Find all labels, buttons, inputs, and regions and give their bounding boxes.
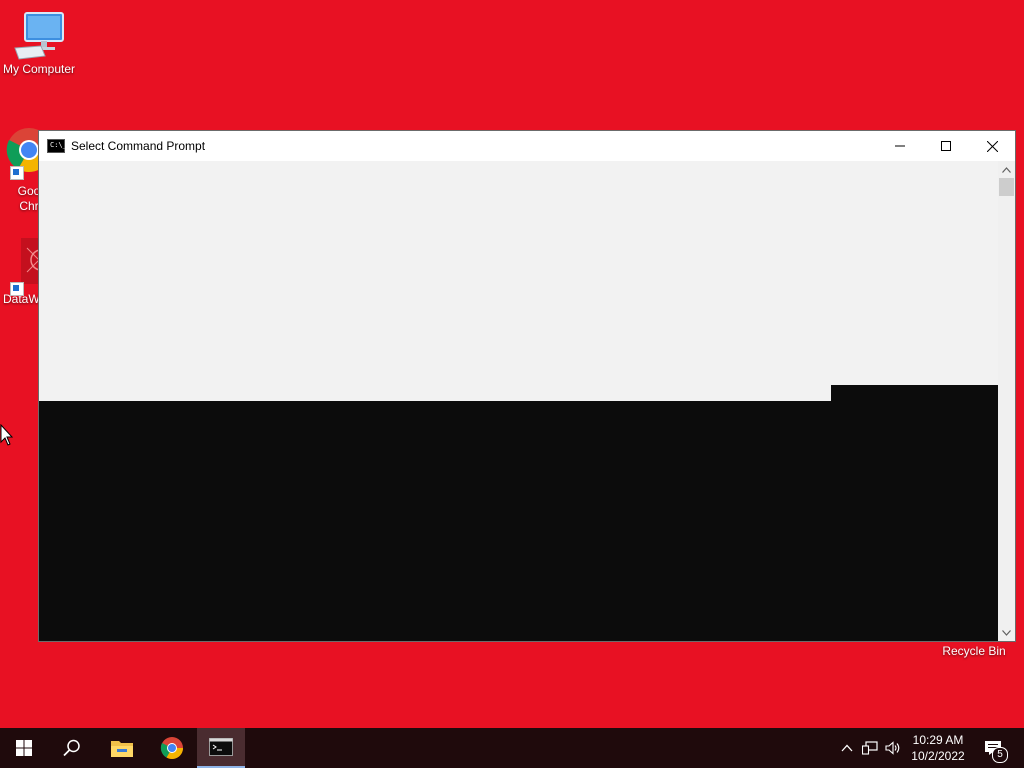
cmd-icon: C:\_ [47, 139, 67, 153]
selection-highlight [39, 161, 999, 385]
scroll-thumb[interactable] [999, 178, 1014, 196]
computer-icon [14, 12, 64, 60]
show-hidden-icons-button[interactable] [839, 740, 855, 756]
minimize-button[interactable] [877, 131, 923, 161]
maximize-icon [941, 141, 951, 151]
minimize-icon [895, 145, 905, 147]
clock-time: 10:29 AM [912, 733, 964, 747]
file-explorer-icon [111, 741, 133, 757]
close-button[interactable] [969, 131, 1015, 161]
action-center-button[interactable]: 5 [980, 728, 1016, 768]
desktop-icon-recycle-bin[interactable]: Recycle Bin [936, 644, 1012, 659]
command-prompt-window[interactable]: C:\_ Select Command Prompt [38, 130, 1016, 642]
close-icon [986, 140, 998, 152]
cmd-icon [209, 738, 233, 756]
shortcut-arrow-icon [10, 166, 24, 180]
volume-button[interactable] [885, 740, 901, 756]
desktop-icon-label: Recycle Bin [942, 644, 1006, 658]
chrome-icon [160, 737, 183, 759]
window-title: Select Command Prompt [71, 139, 206, 153]
console-area[interactable] [39, 161, 999, 641]
volume-icon [885, 741, 900, 755]
maximize-button[interactable] [923, 131, 969, 161]
taskbar-command-prompt[interactable] [197, 728, 245, 768]
chevron-up-icon [1002, 166, 1011, 173]
title-bar[interactable]: C:\_ Select Command Prompt [39, 131, 1015, 161]
taskbar-clock[interactable]: 10:29 AM 10/2/2022 [905, 732, 971, 764]
mouse-cursor-icon [0, 424, 14, 446]
notification-count-badge: 5 [992, 747, 1008, 763]
network-icon [862, 741, 878, 755]
search-button[interactable] [48, 728, 96, 768]
desktop: My Computer Goo Chr DataW Recycle Bin C:… [0, 0, 1024, 728]
chevron-down-icon [1002, 629, 1011, 636]
shortcut-arrow-icon [10, 282, 24, 296]
vertical-scrollbar[interactable] [998, 161, 1015, 641]
taskbar-chrome[interactable] [148, 728, 196, 768]
selection-highlight [39, 385, 831, 401]
desktop-icon-my-computer[interactable]: My Computer [1, 10, 77, 77]
scroll-down-button[interactable] [998, 624, 1015, 641]
taskbar-file-explorer[interactable] [98, 728, 146, 768]
network-button[interactable] [862, 740, 878, 756]
scroll-up-button[interactable] [998, 161, 1015, 178]
clock-date: 10/2/2022 [911, 749, 965, 763]
start-button[interactable] [0, 728, 48, 768]
search-icon [63, 739, 80, 757]
taskbar: 10:29 AM 10/2/2022 5 [0, 728, 1024, 768]
desktop-icon-label: My Computer [2, 62, 76, 76]
chevron-up-icon [841, 744, 853, 752]
windows-start-icon [16, 740, 32, 756]
